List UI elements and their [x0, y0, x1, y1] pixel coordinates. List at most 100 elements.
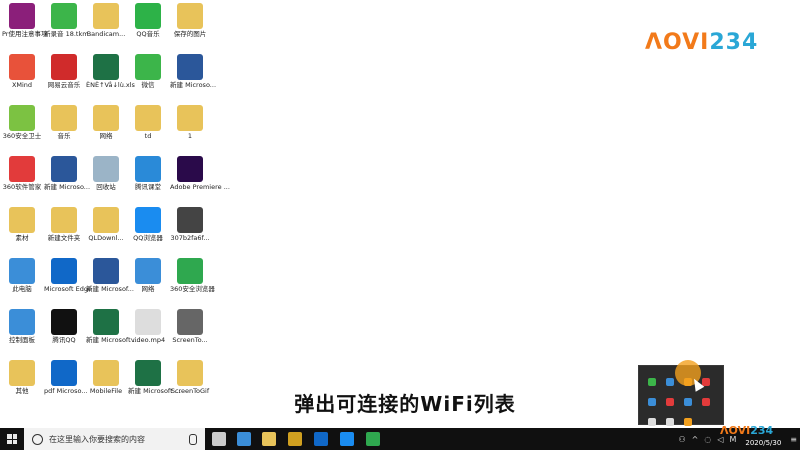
tray-item-glyph [684, 398, 692, 406]
folder-icon [93, 3, 119, 29]
desktop-icon[interactable]: ScreenTo... [170, 309, 210, 359]
desktop-icon[interactable]: 网易云音乐 [44, 54, 84, 104]
desktop-icon[interactable]: Pr使用注意事项 [2, 3, 47, 53]
desktop-icon[interactable]: 新录音 18.tkm [44, 3, 89, 53]
wps-icon[interactable] [679, 392, 697, 412]
desktop-icon-label: Microsoft Edge [44, 285, 93, 293]
desktop-icon[interactable]: 网络 [128, 258, 168, 308]
network-tray-icon[interactable]: ◌ [704, 435, 711, 444]
desktop-icon[interactable]: 新建 Microsof... [86, 258, 134, 308]
tencent-class-icon [135, 156, 161, 182]
desktop-icon-label: 音乐 [57, 132, 71, 140]
desktop-icon[interactable]: 音乐 [44, 105, 84, 155]
desktop-icon[interactable]: 360软件管家 [2, 156, 42, 206]
desktop-icon-label: QQ音乐 [136, 30, 160, 38]
desktop-icon-label: 360安全卫士 [2, 132, 42, 140]
show-hidden-icons-chevron-icon[interactable]: ^ [692, 435, 699, 444]
desktop-icon[interactable]: Adobe Premiere ... [170, 156, 230, 206]
folder-icon [135, 105, 161, 131]
360-browser-icon[interactable] [366, 432, 380, 446]
desktop-icon[interactable]: 新建 Microsoft ... [128, 360, 181, 410]
desktop-icon[interactable]: ÈNÈ↑Vå↓lù.xls [86, 54, 135, 104]
folder-icon [177, 3, 203, 29]
desktop-icon[interactable]: Microsoft Edge [44, 258, 93, 308]
desktop-icon-label: 回收站 [96, 183, 116, 191]
desktop-icon-label: Adobe Premiere ... [170, 183, 230, 191]
tray-app-green-icon[interactable] [643, 372, 661, 392]
desktop-icon[interactable]: 新建文件夹 [44, 207, 84, 257]
excel-icon [135, 360, 161, 386]
netease-music-icon [51, 54, 77, 80]
desktop-icon[interactable]: MobileFile [86, 360, 126, 410]
desktop-icon-label: 网络 [141, 285, 155, 293]
desktop-icon[interactable]: 新建 Microso... [170, 54, 217, 104]
desktop-icon[interactable]: XMind [2, 54, 42, 104]
edge-icon[interactable] [314, 432, 328, 446]
desktop-icon[interactable]: 网络 [86, 105, 126, 155]
desktop-icon-label: 新建文件夹 [47, 234, 81, 242]
desktop-icon-label: QLDownl... [88, 234, 124, 242]
desktop-icon[interactable]: QQ浏览器 [128, 207, 168, 257]
desktop-icon-label: XMind [11, 81, 33, 89]
start-button[interactable] [0, 428, 24, 450]
store-icon[interactable] [288, 432, 302, 446]
desktop-icon[interactable]: 360安全浏览器 [170, 258, 215, 308]
desktop-icon-label: 新建 Microsoft ... [128, 387, 181, 395]
tray-item-glyph [666, 398, 674, 406]
desktop-icon[interactable]: 1 [170, 105, 210, 155]
desktop-icon-label: ScreenToGif [170, 387, 210, 395]
desktop-icon[interactable]: 控制面板 [2, 309, 42, 359]
desktop-icon[interactable]: 新建 Microsoft ... [86, 309, 139, 359]
desktop-icon[interactable]: 保存的图片 [170, 3, 210, 53]
desktop-icon[interactable]: 腾讯QQ [44, 309, 84, 359]
folder-icon [9, 207, 35, 233]
360-software-icon [9, 156, 35, 182]
desktop-icon[interactable]: td [128, 105, 168, 155]
qq-browser-icon [135, 207, 161, 233]
desktop-icon[interactable]: QLDownl... [86, 207, 126, 257]
music-note-icon [51, 3, 77, 29]
desktop-icon[interactable]: 360安全卫士 [2, 105, 42, 155]
qq-browser-icon[interactable] [340, 432, 354, 446]
bluetooth-icon[interactable] [643, 392, 661, 412]
desktop-icon[interactable]: ScreenToGif [170, 360, 210, 410]
desktop-icon-label: 腾讯课堂 [135, 183, 161, 191]
desktop-icon-label: 新建 Microsof... [86, 285, 134, 293]
desktop-icon-label: video.mp4 [130, 336, 166, 344]
folder-icon [51, 207, 77, 233]
desktop-icon[interactable]: 新建 Microso... [44, 156, 90, 206]
microphone-icon[interactable] [189, 433, 197, 445]
qq-icon [51, 309, 77, 335]
desktop-icon-label: 新建 Microso... [170, 81, 217, 89]
desktop-icon-label: 307b2fa6f... [170, 234, 210, 242]
tray-red-icon[interactable] [661, 392, 679, 412]
edge-pdf-icon [51, 360, 77, 386]
desktop-icon[interactable]: 素材 [2, 207, 42, 257]
desktop-icon[interactable]: 腾讯课堂 [128, 156, 168, 206]
taskbar-search-box[interactable]: 在这里输入你要搜索的内容 [24, 428, 205, 450]
desktop-icon[interactable]: video.mp4 [128, 309, 168, 359]
desktop-icon-label: 其他 [15, 387, 29, 395]
task-view-icon[interactable] [212, 432, 226, 446]
desktop-icon-label: 微信 [141, 81, 155, 89]
desktop-icon[interactable]: 其他 [2, 360, 42, 410]
person-icon[interactable]: ⚇ [678, 435, 685, 444]
desktop-icon-label: Bandicam... [86, 30, 126, 38]
file-explorer-icon[interactable] [262, 432, 276, 446]
desktop-icon[interactable]: pdf Microso... [44, 360, 88, 410]
desktop-icon-label: 控制面板 [9, 336, 35, 344]
word-icon [93, 258, 119, 284]
desktop-icon[interactable]: 微信 [128, 54, 168, 104]
record-icon[interactable] [697, 392, 715, 412]
mail-icon[interactable] [237, 432, 251, 446]
tray-item-glyph [702, 398, 710, 406]
folder-icon [9, 360, 35, 386]
desktop-icon[interactable]: 307b2fa6f... [170, 207, 210, 257]
video-file-icon [135, 309, 161, 335]
desktop-icon[interactable]: QQ音乐 [128, 3, 168, 53]
desktop-icon[interactable]: 此电脑 [2, 258, 42, 308]
desktop-icon[interactable]: 回收站 [86, 156, 126, 206]
desktop-icon-label: 素材 [15, 234, 29, 242]
action-center-icon[interactable]: ≡ [790, 435, 797, 444]
desktop-icon[interactable]: Bandicam... [86, 3, 126, 53]
